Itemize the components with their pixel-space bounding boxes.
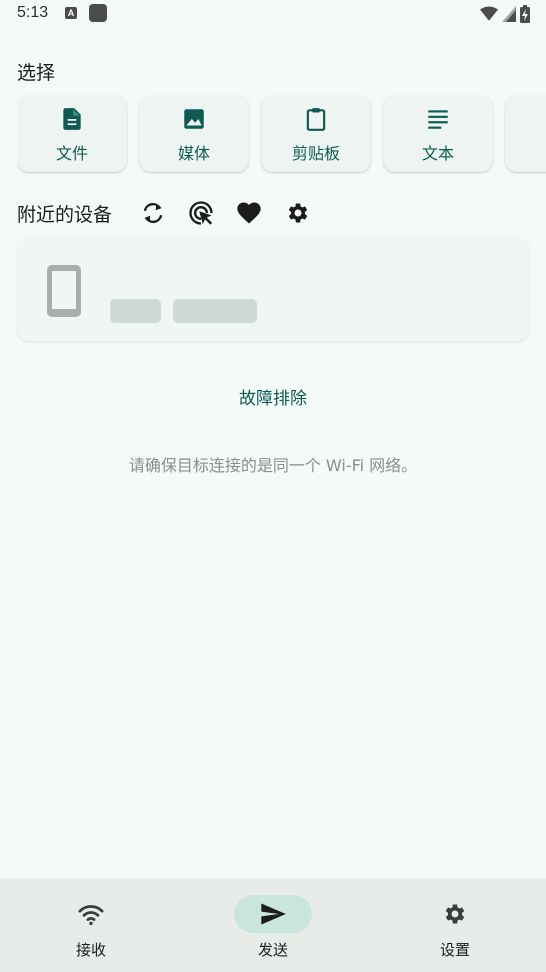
favorites-button[interactable] (234, 198, 264, 228)
card-text[interactable]: 文本 (383, 95, 493, 172)
troubleshoot-button[interactable]: 故障排除 (0, 384, 546, 409)
manual-send-button[interactable] (186, 198, 216, 228)
status-icons (480, 5, 530, 23)
select-title: 选择 (17, 62, 56, 84)
target-click-icon (189, 201, 213, 225)
send-settings-button[interactable] (283, 198, 313, 228)
notification-a-icon: A (65, 7, 77, 19)
device-name-placeholder (110, 299, 161, 323)
heart-icon (237, 202, 261, 224)
card-clipboard[interactable]: 剪贴板 (261, 95, 371, 172)
wifi-hint-text: 请确保目标连接的是同一个 Wi-Fi 网络。 (128, 456, 418, 475)
wifi-signal-icon (480, 6, 498, 21)
send-icon (261, 903, 286, 925)
nav-pill (416, 895, 494, 933)
wifi-icon (78, 905, 104, 926)
select-cards: 文件 媒体 剪贴板 文本 文 (17, 95, 546, 175)
nav-label: 发送 (257, 941, 288, 959)
clipboard-icon (306, 107, 326, 131)
cell-signal-icon (502, 6, 516, 22)
battery-icon (520, 5, 530, 23)
nav-pill (52, 895, 130, 933)
refresh-icon (143, 202, 163, 224)
card-label: 文件 (55, 143, 88, 163)
gear-icon (288, 203, 308, 223)
text-icon (428, 109, 448, 129)
nav-label: 接收 (75, 941, 106, 959)
card-file[interactable]: 文件 (17, 95, 127, 172)
nav-receive[interactable]: 接收 (0, 878, 182, 972)
card-media[interactable]: 媒体 (139, 95, 249, 172)
nav-settings[interactable]: 设置 (364, 878, 546, 972)
nearby-title: 附近的设备 (17, 204, 113, 226)
card-more[interactable]: 文 (505, 95, 546, 172)
refresh-button[interactable] (138, 198, 168, 228)
device-placeholder-card (17, 237, 529, 341)
nav-send[interactable]: 发送 (182, 878, 364, 972)
image-icon (184, 108, 204, 129)
status-bar: 5:13 A (0, 0, 546, 30)
device-info-placeholder (173, 299, 257, 323)
notification-app-icon (89, 4, 107, 22)
bottom-nav: 接收 发送 设置 (0, 878, 546, 972)
card-label: 媒体 (177, 143, 210, 163)
card-label: 剪贴板 (291, 143, 340, 163)
nearby-header: 附近的设备 (17, 198, 537, 228)
card-label: 文本 (421, 143, 454, 163)
phone-icon (47, 265, 81, 317)
file-icon (63, 107, 81, 130)
gear-icon (445, 904, 465, 924)
status-time: 5:13 (17, 4, 49, 21)
nav-pill-active (234, 895, 312, 933)
nav-label: 设置 (439, 941, 470, 959)
